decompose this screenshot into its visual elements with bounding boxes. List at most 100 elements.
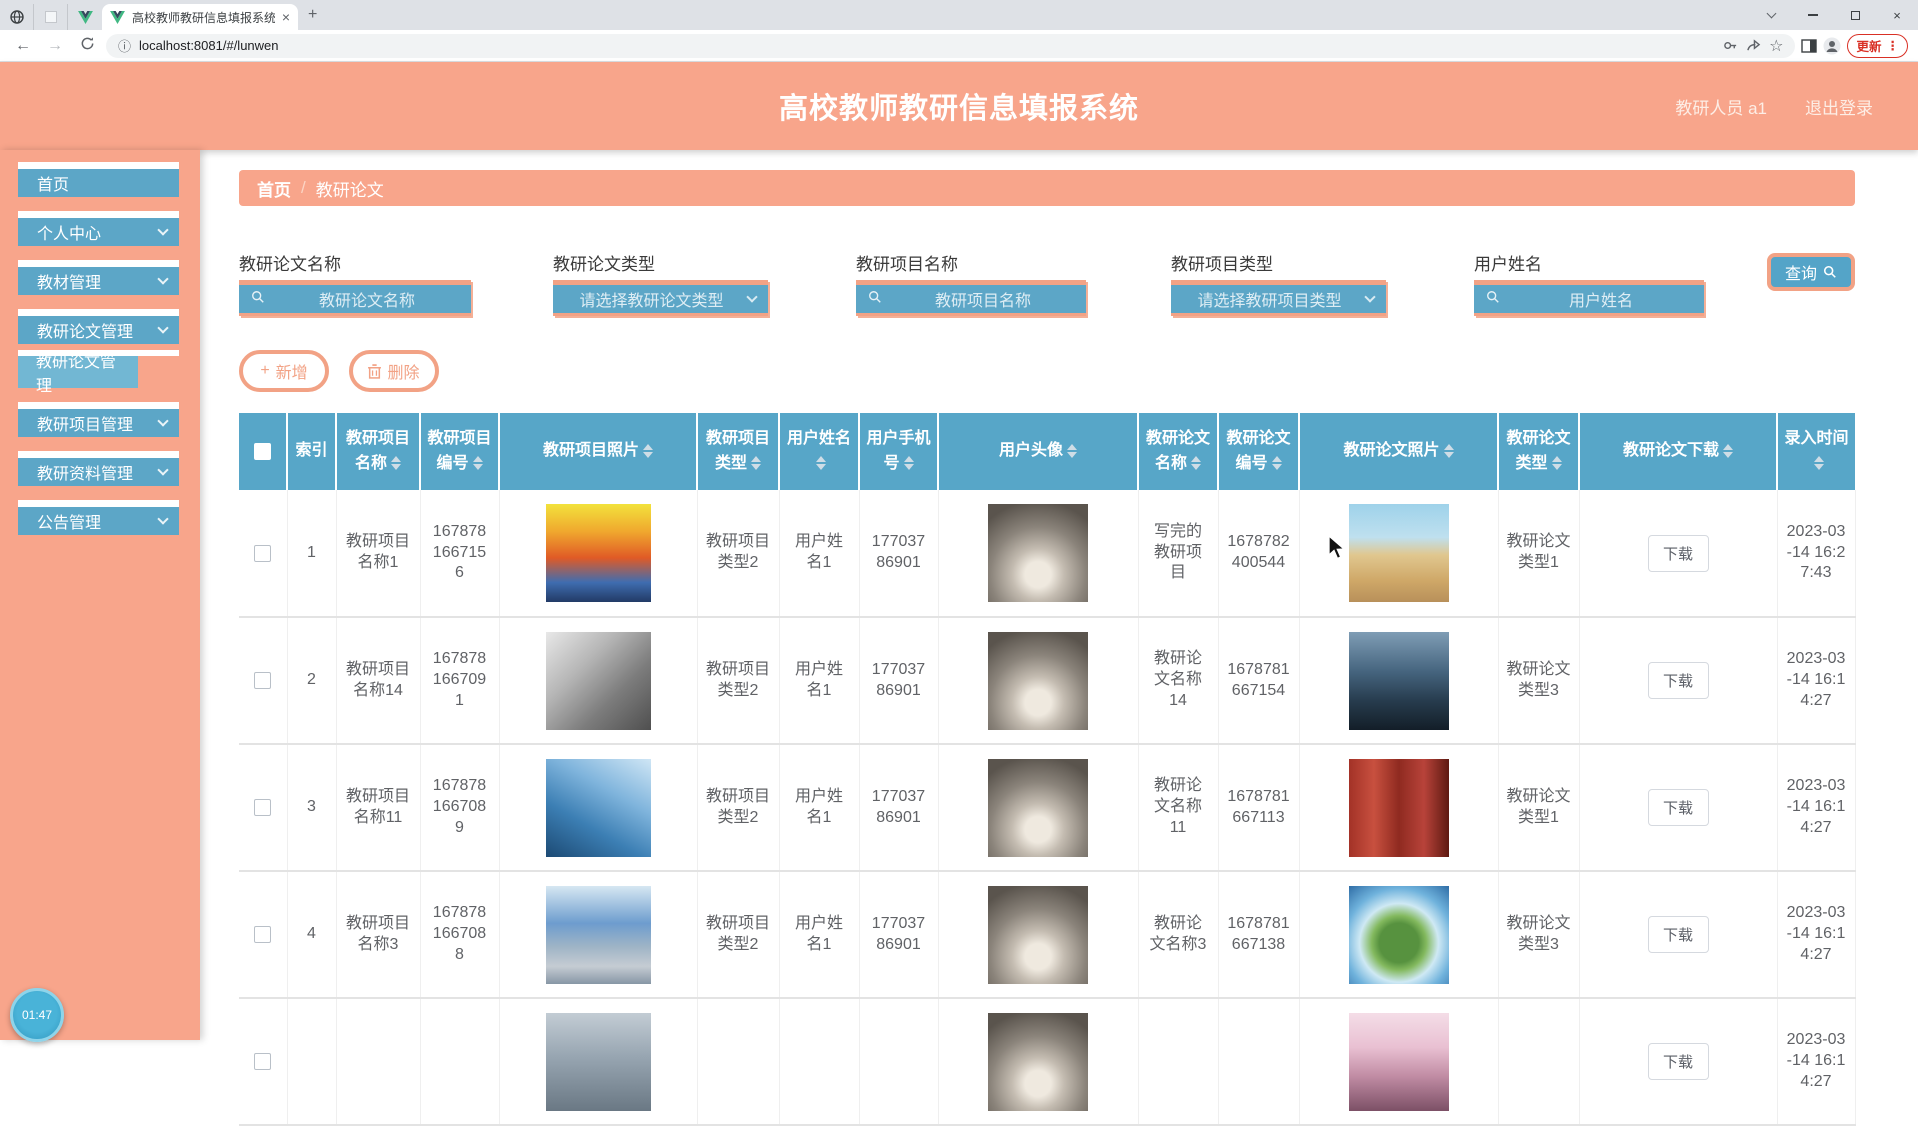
sort-arrows-icon[interactable] (1551, 456, 1562, 471)
tab-search-button[interactable] (1750, 0, 1792, 30)
url-text[interactable]: localhost:8081/#/lunwen (139, 38, 1715, 53)
row-checkbox[interactable] (254, 544, 272, 562)
select-all-checkbox[interactable] (254, 443, 271, 460)
sidebar: 首页 个人中心 教材管理 教研论文管理 教研论文管理 教研项目管理 教研资料管理 公告管理 (0, 150, 200, 1040)
paper_name-cell: 教研论文名称11 (1138, 744, 1219, 872)
project_type-cell: 教研项目类型2 (697, 490, 780, 618)
row-checkbox[interactable] (254, 926, 272, 943)
sort-desc-icon (1443, 451, 1454, 458)
pinned-tab-vue[interactable] (68, 4, 102, 30)
col-user_name[interactable]: 用户姓名 (779, 413, 860, 490)
forward-button[interactable]: → (42, 37, 68, 55)
project_type-cell (697, 998, 780, 1126)
minimize-button[interactable] (1792, 0, 1834, 30)
col-avatar[interactable]: 用户头像 (938, 413, 1139, 490)
chevron-down-icon (157, 464, 169, 476)
sort-arrows-icon[interactable] (1443, 443, 1454, 458)
sort-asc-icon (1443, 443, 1454, 450)
chevron-down-icon (746, 291, 758, 303)
sidebar-item-notice-management[interactable]: 公告管理 (18, 507, 179, 535)
project_name-cell: 教研项目名称1 (336, 490, 421, 618)
sidebar-item-personal-center[interactable]: 个人中心 (18, 218, 179, 246)
select-paper-type[interactable]: 请选择教研论文类型 (553, 280, 768, 316)
delete-button-label: 删除 (387, 365, 420, 382)
col-paper_no[interactable]: 教研论文编号 (1218, 413, 1300, 490)
col-user_phone[interactable]: 用户手机号 (859, 413, 939, 490)
browser-tab-active[interactable]: 高校教师教研信息填报系统 × (102, 4, 298, 30)
select-project-type[interactable]: 请选择教研项目类型 (1171, 280, 1386, 316)
sort-arrows-icon[interactable] (751, 456, 761, 471)
tab-close-icon[interactable]: × (282, 9, 290, 25)
download-button[interactable]: 下载 (1647, 916, 1709, 953)
pinned-tab-blank[interactable] (34, 4, 68, 30)
sort-arrows-icon[interactable] (391, 456, 401, 471)
sort-arrows-icon[interactable] (816, 456, 826, 471)
logout-link[interactable]: 退出登录 (1805, 94, 1873, 119)
clock-widget[interactable]: 01:47 (10, 988, 64, 1042)
row-checkbox[interactable] (254, 799, 272, 816)
sort-arrows-icon[interactable] (1723, 443, 1733, 458)
user-avatar (988, 504, 1088, 602)
user-name-input[interactable]: 用户姓名 (1474, 280, 1704, 316)
download-cell: 下载 (1579, 490, 1778, 618)
sort-arrows-icon[interactable] (1067, 443, 1077, 458)
breadcrumb-home[interactable]: 首页 (257, 176, 291, 201)
project_no-cell: 1678781667089 (420, 744, 500, 872)
reload-button[interactable] (74, 36, 100, 56)
row-checkbox[interactable] (254, 1053, 272, 1070)
col-project_name[interactable]: 教研项目名称 (336, 413, 421, 490)
chrome-update-button[interactable]: 更新 ⋮ (1847, 33, 1908, 58)
col-paper_img[interactable]: 教研论文照片 (1299, 413, 1499, 490)
sidebar-item-textbook-management[interactable]: 教材管理 (18, 267, 179, 295)
new-tab-button[interactable]: + (308, 6, 317, 24)
share-icon[interactable] (1746, 38, 1761, 53)
sort-arrows-icon[interactable] (1813, 456, 1824, 471)
side-panel-icon[interactable] (1801, 38, 1818, 54)
trash-icon (368, 363, 382, 379)
back-button[interactable]: ← (10, 37, 36, 55)
download-button[interactable]: 下载 (1647, 789, 1709, 826)
delete-button[interactable]: 删除 (349, 350, 439, 392)
sidebar-item-paper-management-sub[interactable]: 教研论文管理 (18, 354, 138, 395)
url-bar[interactable]: ⓘ localhost:8081/#/lunwen ☆ (106, 33, 1796, 58)
pinned-tab-globe[interactable] (0, 4, 34, 30)
site-info-icon[interactable]: ⓘ (118, 36, 131, 55)
maximize-button[interactable] (1834, 0, 1876, 30)
col-project_no[interactable]: 教研项目编号 (420, 413, 500, 490)
plus-icon: + (260, 362, 270, 379)
col-time[interactable]: 录入时间 (1777, 413, 1855, 490)
project-name-input[interactable]: 教研项目名称 (856, 280, 1086, 316)
sort-arrows-icon[interactable] (1191, 456, 1201, 471)
sort-arrows-icon[interactable] (903, 456, 914, 471)
col-paper_name[interactable]: 教研论文名称 (1138, 413, 1219, 490)
close-window-button[interactable]: × (1876, 0, 1918, 30)
col-project_type[interactable]: 教研项目类型 (697, 413, 780, 490)
main-content: 首页 / 教研论文 查询 教研论文名称 教研论文名称 教研论文类型 请选择教研论文类型… (239, 150, 1856, 1126)
select-placeholder: 请选择教研论文类型 (579, 293, 724, 310)
download-button[interactable]: 下载 (1647, 662, 1709, 699)
sidebar-item-material-management[interactable]: 教研资料管理 (18, 458, 179, 486)
add-button[interactable]: + 新增 (239, 350, 329, 392)
download-button[interactable]: 下载 (1647, 534, 1709, 572)
paper-name-input[interactable]: 教研论文名称 (239, 280, 471, 316)
password-key-icon[interactable] (1723, 38, 1738, 53)
search-button[interactable]: 查询 (1767, 253, 1855, 291)
profile-avatar-icon[interactable] (1823, 37, 1841, 55)
col-paper_type[interactable]: 教研论文类型 (1498, 413, 1580, 490)
col-project_img[interactable]: 教研项目照片 (499, 413, 698, 490)
sort-arrows-icon[interactable] (472, 456, 483, 471)
kebab-menu-icon[interactable]: ⋮ (1887, 38, 1900, 53)
sort-arrows-icon[interactable] (1271, 456, 1282, 471)
sort-desc-icon (903, 464, 914, 471)
download-button[interactable]: 下载 (1647, 1043, 1709, 1080)
sort-arrows-icon[interactable] (643, 443, 653, 458)
blank-page-icon (44, 11, 57, 23)
sort-asc-icon (1191, 456, 1201, 463)
bookmark-star-icon[interactable]: ☆ (1769, 36, 1783, 56)
sidebar-item-home[interactable]: 首页 (18, 169, 179, 197)
project-photo (545, 631, 651, 730)
row-checkbox[interactable] (254, 672, 272, 689)
col-download[interactable]: 教研论文下载 (1579, 413, 1778, 490)
sidebar-item-paper-management[interactable]: 教研论文管理 (18, 316, 179, 344)
sidebar-item-project-management[interactable]: 教研项目管理 (18, 409, 179, 437)
